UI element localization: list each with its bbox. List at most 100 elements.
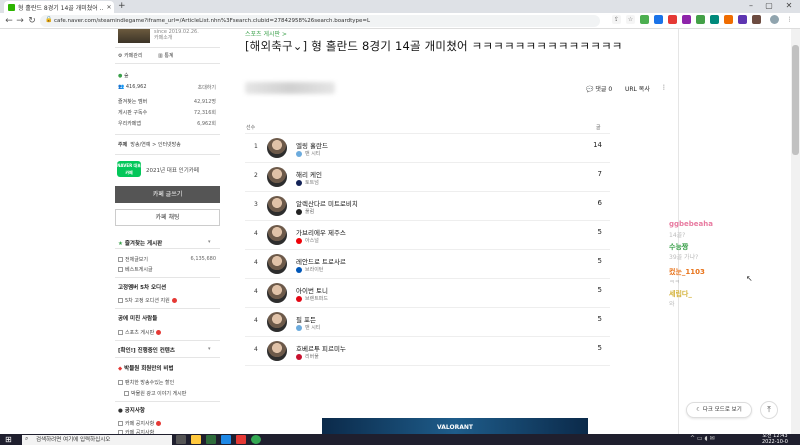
- player-photo: [267, 312, 287, 332]
- team-name: 맨 시티: [305, 325, 321, 331]
- board-link[interactable]: 팬치한 방송수있는 할인: [118, 379, 174, 386]
- forward-icon[interactable]: →: [15, 14, 25, 28]
- app-icon[interactable]: [236, 435, 246, 444]
- player-name[interactable]: 가브리에우 제주스: [296, 227, 346, 237]
- browser-menu-icon[interactable]: ⋮: [785, 15, 794, 24]
- player-rank: 2: [254, 172, 258, 179]
- mouse-cursor-icon: ↖: [746, 274, 753, 283]
- comment-icon: 💬: [586, 86, 594, 93]
- profile-avatar[interactable]: [770, 15, 779, 24]
- stat-label: 게시판 구독수: [118, 110, 148, 116]
- player-name[interactable]: 필 포든: [296, 314, 316, 324]
- lock-icon[interactable]: 🔒: [45, 16, 52, 23]
- taskbar-clock[interactable]: 오전 12:43 2022-10-0: [762, 433, 788, 445]
- cafe-write-button[interactable]: 카페 글쓰기: [115, 186, 220, 203]
- player-name[interactable]: 호베르투 피르미누: [296, 343, 346, 353]
- player-goals: 5: [597, 344, 602, 352]
- reload-icon[interactable]: ↻: [27, 14, 37, 28]
- extension-icon[interactable]: [738, 15, 747, 24]
- task-view-icon[interactable]: [176, 435, 186, 444]
- member-count[interactable]: 👥 416,962: [118, 84, 147, 90]
- back-icon[interactable]: ←: [4, 14, 14, 28]
- section-heading: ◆ 박물원 회원만의 비법: [118, 366, 174, 372]
- board-best-link[interactable]: 베스트게시글: [118, 266, 153, 273]
- windows-start-icon[interactable]: ⊞: [5, 435, 12, 444]
- extension-icon[interactable]: [668, 15, 677, 24]
- more-options-icon[interactable]: ⋮: [661, 84, 667, 91]
- extension-icon[interactable]: [710, 15, 719, 24]
- player-goals: 5: [597, 315, 602, 323]
- comments-link[interactable]: 💬 댓글 0: [586, 84, 612, 93]
- cafe-chat-button[interactable]: 카페 채팅: [115, 209, 220, 226]
- close-tab-icon[interactable]: ✕: [104, 4, 114, 11]
- article-category[interactable]: [해외축구⌄]: [245, 39, 307, 53]
- player-name[interactable]: 레안드로 트로사르: [296, 256, 346, 266]
- team-name: 풀럼: [305, 209, 315, 215]
- scroll-top-icon[interactable]: ⤒: [760, 401, 778, 419]
- url-input[interactable]: cafe.naver.com/steamindiegame?iframe_url…: [40, 15, 600, 27]
- window-close-icon[interactable]: ✕: [782, 0, 796, 12]
- invite-link[interactable]: 초대하기: [178, 84, 216, 91]
- extension-icon[interactable]: [724, 15, 733, 24]
- browser-tab[interactable]: 형 홀란드 8경기 14골 개미쳤어 ... ✕: [4, 1, 114, 13]
- player-photo: [267, 167, 287, 187]
- team-crest-icon: [296, 324, 302, 331]
- team-name: 아스널: [305, 238, 319, 244]
- player-name[interactable]: 엘링 홀란드: [296, 140, 328, 150]
- extension-icon[interactable]: [654, 15, 663, 24]
- player-name[interactable]: 알렉산다르 미트로비치: [296, 198, 358, 208]
- player-name[interactable]: 아이번 토니: [296, 285, 328, 295]
- extension-icon[interactable]: [682, 15, 691, 24]
- new-tab-icon[interactable]: +: [118, 1, 126, 11]
- board-link[interactable]: 5차 고정 오디션 지원: [118, 297, 177, 304]
- chat-message: 와: [669, 301, 675, 308]
- chevron-down-icon[interactable]: ▾: [208, 239, 211, 245]
- cafe-manage-link[interactable]: ⚙ 카페관리: [118, 52, 142, 59]
- team-name: 브렌트퍼드: [305, 296, 329, 302]
- player-name[interactable]: 해리 케인: [296, 169, 322, 179]
- tray-icons[interactable]: ^ ▭ ◖ ✉: [690, 435, 715, 442]
- player-team: 토트넘: [296, 179, 319, 186]
- player-goals: 5: [597, 286, 602, 294]
- chat-message: ㅋㅋ: [669, 279, 681, 286]
- team-crest-icon: [296, 295, 302, 302]
- scrollbar-thumb[interactable]: [792, 45, 799, 155]
- board-link[interactable]: 카페 공지사항: [118, 420, 162, 427]
- file-explorer-icon[interactable]: [191, 435, 201, 444]
- taskbar-search-input[interactable]: 검색하려면 여기에 입력하십시오: [22, 435, 172, 445]
- cafe-stats-link[interactable]: ▥ 통계: [158, 52, 174, 59]
- breadcrumb[interactable]: 스포츠 게시판 >: [245, 29, 287, 38]
- player-rank: 1: [254, 143, 258, 150]
- app-icon[interactable]: [221, 435, 231, 444]
- popular-cafe-label: 2021년 대표 인기카페: [146, 168, 199, 174]
- share-icon[interactable]: ⇪: [612, 15, 621, 24]
- moon-icon: ☾: [696, 407, 702, 413]
- chrome-icon[interactable]: [251, 435, 261, 444]
- divider: [115, 401, 220, 402]
- divider: [245, 307, 610, 308]
- app-icon[interactable]: [206, 435, 216, 444]
- divider: [115, 63, 220, 64]
- dark-mode-button[interactable]: ☾ 다크 모드로 보기: [686, 402, 752, 418]
- board-all-link[interactable]: 전체글보기: [118, 256, 148, 263]
- column-header-player: 선수: [246, 125, 256, 131]
- extension-icon[interactable]: [696, 15, 705, 24]
- copy-url-button[interactable]: URL 복사: [625, 84, 650, 93]
- maximize-icon[interactable]: ▢: [762, 0, 776, 12]
- board-link[interactable]: 스포츠 게시판: [118, 329, 162, 336]
- player-rank: 4: [254, 317, 258, 324]
- board-link[interactable]: 박물원 광고 이야기 게시판: [124, 390, 186, 397]
- extension-icon[interactable]: [640, 15, 649, 24]
- star-icon[interactable]: ☆: [626, 15, 635, 24]
- divider: [115, 154, 220, 155]
- divider: [245, 162, 610, 163]
- minimize-icon[interactable]: –: [744, 0, 758, 12]
- author-info-blurred: [245, 82, 335, 94]
- stat-value: 42,912명: [193, 99, 216, 105]
- favorite-boards-heading[interactable]: ★ 즐겨찾는 게시판: [118, 239, 162, 247]
- chevron-down-icon[interactable]: ▾: [208, 346, 211, 352]
- section-heading[interactable]: [확인!] 진행중인 컨텐츠: [118, 346, 175, 354]
- extension-icon[interactable]: [752, 15, 761, 24]
- divider: [115, 277, 220, 278]
- player-rank: 4: [254, 230, 258, 237]
